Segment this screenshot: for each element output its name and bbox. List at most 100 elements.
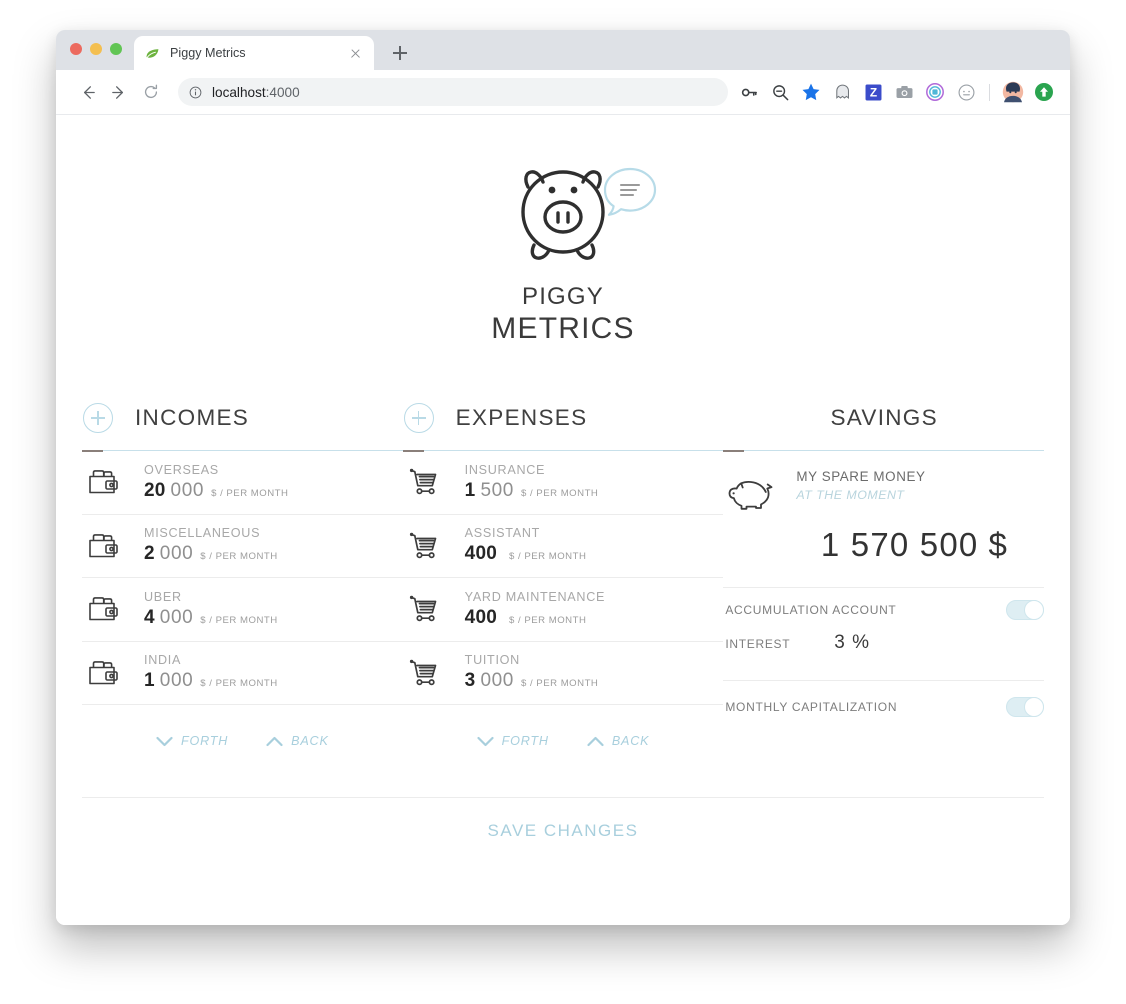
piggy-bank-side-icon xyxy=(728,480,773,510)
expenses-back-button[interactable]: BACK xyxy=(587,734,650,748)
green-upload-icon[interactable] xyxy=(1031,79,1057,105)
savings-account-title: MY SPARE MONEY xyxy=(796,469,926,484)
table-row[interactable]: OVERSEAS 20 000 $ / PER MONTH xyxy=(82,451,403,515)
row-label: YARD MAINTENANCE xyxy=(464,589,606,604)
amount-rest: 000 xyxy=(480,670,514,692)
chat-bubble-icon[interactable] xyxy=(601,165,659,220)
brand-header: PIGGY METRICS xyxy=(56,115,1070,344)
amount-unit: $ / PER MONTH xyxy=(200,614,278,626)
accumulation-account-toggle[interactable] xyxy=(1006,600,1045,620)
row-amount: 1 000 $ / PER MONTH xyxy=(144,670,403,692)
back-arrow-icon[interactable] xyxy=(72,77,102,107)
row-content: OVERSEAS 20 000 $ / PER MONTH xyxy=(144,463,403,502)
monthly-capitalization-toggle[interactable] xyxy=(1006,697,1045,717)
accumulation-account-row: ACCUMULATION ACCOUNT xyxy=(723,588,1045,632)
amount-unit: $ / PER MONTH xyxy=(211,487,289,499)
savings-amount-value: 1 570 500 xyxy=(820,526,979,563)
amount-rest: 000 xyxy=(159,543,194,565)
amount-main: 2 xyxy=(144,543,155,565)
expenses-pager: FORTH BACK xyxy=(403,734,724,748)
savings-amount: 1 570 500 $ xyxy=(723,526,1044,564)
wallet-icon xyxy=(84,659,124,687)
table-row[interactable]: TUITION 3 000 $ / PER MONTH xyxy=(402,642,724,705)
browser-toolbar: localhost:4000 Z xyxy=(56,70,1070,115)
password-key-icon[interactable] xyxy=(736,79,762,105)
url-port: :4000 xyxy=(265,84,300,100)
incomes-back-button[interactable]: BACK xyxy=(266,734,329,748)
savings-header: SAVINGS xyxy=(723,396,1044,440)
row-amount: 3 000 $ / PER MONTH xyxy=(465,670,724,692)
minimize-window-button[interactable] xyxy=(90,43,102,55)
bookmark-star-icon[interactable] xyxy=(798,79,824,105)
amount-unit: $ / PER MONTH xyxy=(200,551,278,563)
screenshot-camera-icon[interactable] xyxy=(891,79,917,105)
incomes-column: INCOMES OVERSEAS 20 000 $ / PER MONTH MI… xyxy=(82,396,403,748)
wallet-icon xyxy=(84,532,124,560)
zoom-out-magnifier-icon[interactable] xyxy=(767,79,793,105)
amount-unit: $ / PER MONTH xyxy=(508,614,587,626)
expenses-forth-button[interactable]: FORTH xyxy=(477,734,549,748)
address-bar[interactable]: localhost:4000 xyxy=(178,78,728,106)
row-content: ASSISTANT 400 $ / PER MONTH xyxy=(465,526,724,565)
zotero-icon[interactable]: Z xyxy=(860,79,886,105)
shopping-cart-icon xyxy=(405,531,445,561)
row-amount: 20 000 $ / PER MONTH xyxy=(144,480,403,502)
page-viewport: PIGGY METRICS INCOMES OVERSEAS 20 000 $ … xyxy=(56,115,1070,925)
savings-title: SAVINGS xyxy=(830,405,938,430)
browser-tab[interactable]: Piggy Metrics xyxy=(134,36,374,70)
table-row[interactable]: INDIA 1 000 $ / PER MONTH xyxy=(82,642,403,705)
ghostery-icon[interactable] xyxy=(829,79,855,105)
table-row[interactable]: INSURANCE 1 500 $ / PER MONTH xyxy=(402,451,724,515)
info-circle-icon xyxy=(189,86,202,98)
amount-main: 20 xyxy=(144,479,166,501)
save-changes-button[interactable]: SAVE CHANGES xyxy=(56,821,1070,841)
add-income-button[interactable] xyxy=(83,403,113,433)
row-amount: 400 $ / PER MONTH xyxy=(465,543,724,565)
row-label: INDIA xyxy=(144,653,182,668)
row-label: TUITION xyxy=(464,653,520,668)
incomes-forth-button[interactable]: FORTH xyxy=(156,734,228,748)
table-row[interactable]: YARD MAINTENANCE 400 $ / PER MONTH xyxy=(402,578,724,642)
row-content: UBER 4 000 $ / PER MONTH xyxy=(144,590,403,629)
row-amount: 2 000 $ / PER MONTH xyxy=(144,543,403,565)
leaf-icon xyxy=(146,48,159,58)
maximize-window-button[interactable] xyxy=(110,43,122,55)
table-row[interactable]: UBER 4 000 $ / PER MONTH xyxy=(82,578,403,642)
profile-avatar-icon[interactable] xyxy=(1000,79,1026,105)
close-window-button[interactable] xyxy=(70,43,82,55)
brand-name-top: PIGGY xyxy=(521,283,605,310)
address-bar-text: localhost:4000 xyxy=(212,85,300,100)
add-expense-button[interactable] xyxy=(403,403,434,433)
forward-arrow-icon[interactable] xyxy=(104,77,134,107)
row-content: INDIA 1 000 $ / PER MONTH xyxy=(144,653,403,692)
amount-unit: $ / PER MONTH xyxy=(200,678,278,690)
amount-rest: 000 xyxy=(159,606,194,628)
monthly-capitalization-label: MONTHLY CAPITALIZATION xyxy=(725,700,898,714)
savings-column: SAVINGS MY SPARE MONEY AT THE MOMENT 1 5… xyxy=(723,396,1045,733)
table-row[interactable]: ASSISTANT 400 $ / PER MONTH xyxy=(402,515,724,578)
close-icon[interactable] xyxy=(347,45,364,62)
footer-divider xyxy=(82,797,1044,798)
amount-rest: 000 xyxy=(170,479,205,501)
toggle-knob xyxy=(1024,600,1045,620)
expenses-title: EXPENSES xyxy=(455,405,588,430)
new-tab-icon[interactable] xyxy=(386,39,414,67)
amount-main: 3 xyxy=(464,670,476,692)
incomes-header-rule xyxy=(82,449,403,452)
amount-rest: 500 xyxy=(480,479,514,501)
circle-target-icon[interactable] xyxy=(922,79,948,105)
url-host: localhost xyxy=(212,84,266,100)
savings-account-text: MY SPARE MONEY AT THE MOMENT xyxy=(796,469,925,502)
reload-icon[interactable] xyxy=(136,77,166,107)
row-content: MISCELLANEOUS 2 000 $ / PER MONTH xyxy=(144,526,403,565)
shopping-cart-icon xyxy=(405,594,445,624)
interest-value[interactable]: 3 % xyxy=(834,632,870,654)
expenses-header-rule xyxy=(402,449,724,452)
brand-name-bottom: METRICS xyxy=(491,312,635,345)
shopping-cart-icon xyxy=(405,658,445,688)
toggle-knob xyxy=(1024,697,1045,717)
smiley-face-icon[interactable] xyxy=(953,79,979,105)
brand-logo-row xyxy=(443,153,683,270)
table-row[interactable]: MISCELLANEOUS 2 000 $ / PER MONTH xyxy=(82,515,403,578)
incomes-pager: FORTH BACK xyxy=(82,734,403,748)
